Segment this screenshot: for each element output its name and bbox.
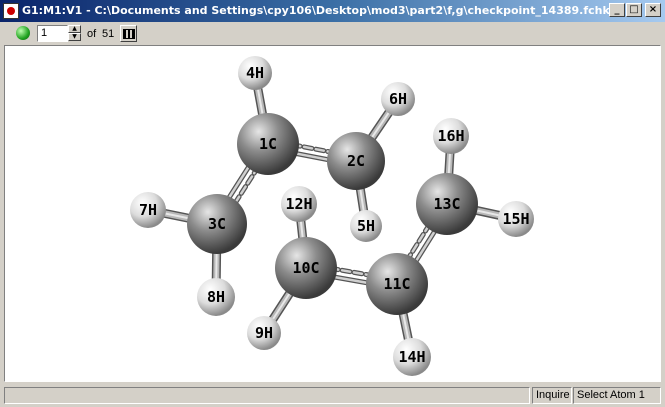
atom-13c[interactable]: 13C [416,173,478,235]
atom-15h[interactable]: 15H [498,201,534,237]
action-status: Select Atom 1 [573,387,661,404]
toolbar [0,22,665,44]
atom-label: 13C [433,195,460,213]
spin-down-icon[interactable]: ▼ [68,33,81,41]
title-bar[interactable]: G1:M1:V1 - C:\Documents and Settings\cpy… [0,0,665,22]
atom-16h[interactable]: 16H [433,118,469,154]
gaussview-window: G1:M1:V1 - C:\Documents and Settings\cpy… [0,0,665,407]
atom-9h[interactable]: 9H [247,316,281,350]
atom-14h[interactable]: 14H [393,338,431,376]
atom-label: 8H [207,288,225,306]
atom-4h[interactable]: 4H [238,56,272,90]
status-light-icon[interactable] [16,26,30,40]
frame-number-input[interactable]: 1 [37,25,68,42]
status-message [4,387,530,404]
of-label: of [87,28,97,40]
atom-6h[interactable]: 6H [381,82,415,116]
frame-spinner[interactable]: ▲ ▼ [68,25,81,42]
atom-3c[interactable]: 3C [187,194,247,254]
atom-label: 4H [246,64,264,82]
atom-5h[interactable]: 5H [350,210,382,242]
atom-2c[interactable]: 2C [327,132,385,190]
atoms-layer: 1C 2C 3C 4H 5H 6H 7H 8H 9H 10C 11C 12H 13C 14H 15H 16H [130,56,534,376]
app-icon[interactable] [3,3,19,19]
close-button[interactable]: × [645,3,661,17]
atom-label: 9H [255,324,273,342]
atom-label: 2C [347,152,365,170]
atom-label: 7H [139,201,157,219]
atom-label: 15H [502,210,529,228]
atom-7h[interactable]: 7H [130,192,166,228]
mode-status: Inquire [532,387,572,404]
frame-total: 51 [102,28,115,40]
molecule-canvas[interactable]: 1C 2C 3C 4H 5H 6H 7H 8H 9H 10C 11C 12H 13C 14H 15H 16H [5,46,660,381]
spin-up-icon[interactable]: ▲ [68,25,81,33]
atom-label: 14H [398,348,425,366]
atom-label: 12H [285,195,312,213]
atom-11c[interactable]: 11C [366,253,428,315]
atom-8h[interactable]: 8H [197,278,235,316]
atom-12h[interactable]: 12H [281,186,317,222]
atom-1c[interactable]: 1C [237,113,299,175]
atom-label: 11C [383,275,410,293]
maximize-button[interactable]: □ [626,3,642,17]
status-bar: Inquire Select Atom 1 [0,384,665,407]
atom-label: 1C [259,135,277,153]
atom-label: 10C [292,259,319,277]
molecule-viewport[interactable]: 1C 2C 3C 4H 5H 6H 7H 8H 9H 10C 11C 12H 13C 14H 15H 16H [4,45,661,382]
atom-label: 5H [357,217,375,235]
animation-icon[interactable] [120,25,137,42]
minimize-button[interactable]: _ [609,3,625,17]
window-title: G1:M1:V1 - C:\Documents and Settings\cpy… [22,4,610,17]
atom-10c[interactable]: 10C [275,237,337,299]
atom-label: 3C [208,215,226,233]
atom-label: 6H [389,90,407,108]
atom-label: 16H [437,127,464,145]
